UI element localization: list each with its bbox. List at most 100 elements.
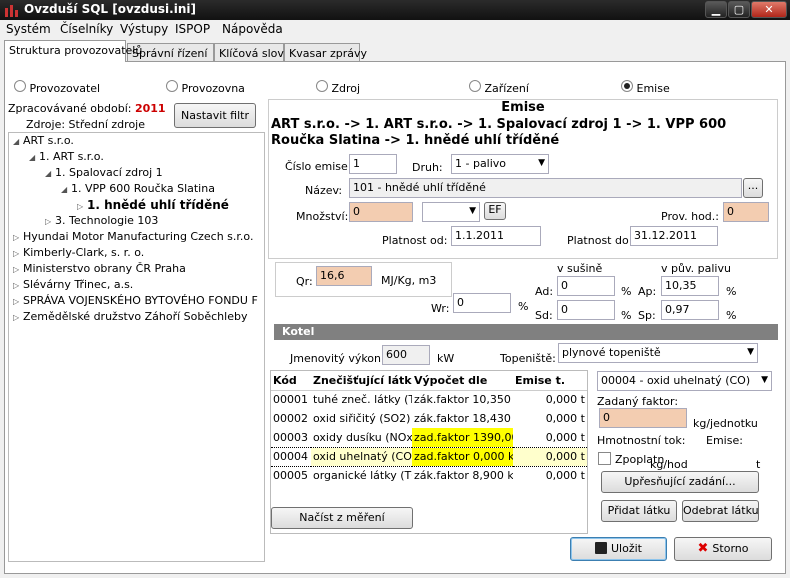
collapsed-icon[interactable]: ▷ <box>45 214 55 230</box>
collapsed-icon[interactable]: ▷ <box>13 230 23 246</box>
ap-label: Ap: <box>638 285 657 298</box>
cell-kod: 00002 <box>273 412 308 425</box>
expanded-icon[interactable]: ◢ <box>61 182 71 198</box>
nacist-button[interactable]: Načíst z měření <box>271 507 413 529</box>
vykon-input[interactable]: 600 <box>382 345 430 365</box>
expanded-icon[interactable]: ◢ <box>45 166 55 182</box>
cislo-input[interactable]: 1 <box>349 154 397 174</box>
platnost-od-input[interactable]: 1.1.2011 <box>451 226 541 246</box>
zadany-label: Zadaný faktor: <box>597 395 679 408</box>
expanded-icon[interactable]: ◢ <box>29 150 39 166</box>
chevron-down-icon: ▼ <box>538 158 545 168</box>
sp-input[interactable]: 0,97 <box>661 300 719 320</box>
sd-input[interactable]: 0 <box>557 300 615 320</box>
tab-struktura[interactable]: Struktura provozovatelů <box>4 40 142 62</box>
topeniste-select[interactable]: plynové topeniště ▼ <box>558 343 758 363</box>
tree-item[interactable]: ◢ 1. VPP 600 Roučka Slatina <box>9 181 264 197</box>
col-emise[interactable]: Emise t. <box>513 371 587 391</box>
radio-circle <box>14 80 26 92</box>
collapsed-icon[interactable]: ▷ <box>13 246 23 262</box>
tree-item[interactable]: ▷ Slévárny Třinec, a.s. <box>9 277 264 293</box>
minimize-button[interactable]: ▁ <box>705 1 727 18</box>
druh-select[interactable]: 1 - palivo ▼ <box>451 154 549 174</box>
ap-pct: % <box>726 285 737 298</box>
nazev-field[interactable]: 101 - hnědé uhlí tříděné <box>349 178 742 198</box>
collapsed-icon[interactable]: ▷ <box>13 278 23 294</box>
unit-select[interactable]: ▼ <box>422 202 480 222</box>
cancel-button[interactable]: ✖ Storno <box>674 537 772 561</box>
pridat-latku-button[interactable]: Přidat látku <box>601 500 677 522</box>
chevron-down-icon: ▼ <box>747 347 754 357</box>
mnozstvi-input[interactable]: 0 <box>349 202 413 222</box>
table-row[interactable]: 00002 oxid siřičitý (SO2) zák.faktor 18,43… <box>271 409 587 428</box>
nazev-browse-button[interactable]: ... <box>743 178 763 198</box>
qr-label: Qr: <box>296 275 313 288</box>
expanded-icon[interactable]: ◢ <box>13 134 23 150</box>
ef-button[interactable]: EF <box>484 202 506 220</box>
cell-vypocet: zad.faktor 1390,000 kg/t <box>412 428 513 447</box>
col-latka[interactable]: Znečišťující látka <box>311 371 412 391</box>
filter-button[interactable]: Nastavit filtr <box>174 103 256 128</box>
menu-napoveda[interactable]: Nápověda <box>222 22 283 36</box>
upresnujici-button[interactable]: Upřesňující zadání... <box>601 471 759 493</box>
title-bar[interactable]: Ovzduší SQL [ovzdusi.ini] ▁ ▢ ✕ <box>0 0 790 20</box>
tab-klicova-slova[interactable]: Klíčová slova <box>214 43 291 63</box>
odebrat-latku-button[interactable]: Odebrat látku <box>682 500 759 522</box>
tree-item[interactable]: ▷ SPRÁVA VOJENSKÉHO BYTOVÉHO FONDU F <box>9 293 264 309</box>
menu-ispop[interactable]: ISPOP <box>175 22 210 36</box>
tree-item[interactable]: ◢ 1. ART s.r.o. <box>9 149 264 165</box>
ad-input[interactable]: 0 <box>557 276 615 296</box>
close-window-button[interactable]: ✕ <box>751 1 787 18</box>
tree-item-label: SPRÁVA VOJENSKÉHO BYTOVÉHO FONDU F <box>23 294 258 307</box>
tree-item-label: Slévárny Třinec, a.s. <box>23 278 134 291</box>
tree-item[interactable]: ▷ 1. hnědé uhlí tříděné <box>9 197 264 213</box>
menu-ciselniky[interactable]: Číselníky <box>60 22 113 36</box>
radio-provozovatel[interactable]: Provozovatel <box>14 80 100 95</box>
table-row[interactable]: 00005 organické látky (TOC)zák.faktor 8,9… <box>271 466 587 485</box>
tree-item[interactable]: ▷ Kimberly-Clark, s. r. o. <box>9 245 264 261</box>
col-kod[interactable]: Kód <box>271 371 311 391</box>
qr-input[interactable]: 16,6 <box>316 266 372 286</box>
radio-label: Zařízení <box>484 82 529 95</box>
maximize-button[interactable]: ▢ <box>728 1 750 18</box>
zpoplat-checkbox[interactable] <box>598 452 611 465</box>
cell-latka: organické látky (TOC) <box>313 469 412 483</box>
radio-provozovna[interactable]: Provozovna <box>166 80 245 95</box>
collapsed-icon[interactable]: ▷ <box>13 310 23 326</box>
tree-item[interactable]: ▷ 3. Technologie 103 <box>9 213 264 229</box>
table-row[interactable]: 00001 tuhé zneč. látky (TZL)zák.faktor 10… <box>271 390 587 409</box>
latka-select[interactable]: 00004 - oxid uhelnatý (CO) ▼ <box>597 371 772 391</box>
radio-circle <box>469 80 481 92</box>
radio-zdroj[interactable]: Zdroj <box>316 80 360 95</box>
wr-input[interactable]: 0 <box>453 293 511 313</box>
tab-kvasar[interactable]: Kvasar zprávy <box>284 43 367 63</box>
tree-item[interactable]: ◢ ART s.r.o. <box>9 133 264 149</box>
kotel-header: Kotel <box>274 324 778 340</box>
susine-label: v sušině <box>557 262 603 275</box>
cell-emise: 0,000 t <box>545 412 585 425</box>
tree-item[interactable]: ▷ Zemědělské družstvo Záhoří Soběchleby <box>9 309 264 325</box>
druh-label: Druh: <box>412 161 443 174</box>
tree-panel: ◢ ART s.r.o. ◢ 1. ART s.r.o. ◢ 1. Spalovací z… <box>8 132 265 562</box>
tree-item-label: Zemědělské družstvo Záhoří Soběchleby <box>23 310 248 323</box>
prov-hod-input[interactable]: 0 <box>723 202 769 222</box>
tree-item[interactable]: ▷ Hyundai Motor Manufacturing Czech s.r.o… <box>9 229 264 245</box>
tree-item[interactable]: ◢ 1. Spalovací zdroj 1 <box>9 165 264 181</box>
zadany-input[interactable]: 0 <box>599 408 687 428</box>
menu-bar: Systém Číselníky Výstupy ISPOP Nápověda <box>0 20 790 39</box>
radio-emise[interactable]: Emise <box>621 80 670 95</box>
ap-input[interactable]: 10,35 <box>661 276 719 296</box>
collapsed-icon[interactable]: ▷ <box>13 294 23 310</box>
table-row[interactable]: 00004 oxid uhelnatý (CO) zad.faktor 0,000 … <box>271 446 587 467</box>
col-vypocet[interactable]: Výpočet dle <box>412 371 513 391</box>
menu-system[interactable]: Systém <box>6 22 51 36</box>
table-row[interactable]: 00003 oxidy dusíku (NOx) zad.faktor 1390,0… <box>271 428 587 447</box>
radio-zarizeni[interactable]: Zařízení <box>469 80 529 95</box>
menu-vystupy[interactable]: Výstupy <box>120 22 168 36</box>
save-button[interactable]: Uložit <box>570 537 667 561</box>
cell-kod: 00003 <box>273 430 308 444</box>
tree-item[interactable]: ▷ Ministerstvo obrany ČR Praha <box>9 261 264 277</box>
pollutant-grid: Kód Znečišťující látka Výpočet dle Emise… <box>271 371 587 485</box>
platnost-do-input[interactable]: 31.12.2011 <box>630 226 718 246</box>
collapsed-icon[interactable]: ▷ <box>13 262 23 278</box>
